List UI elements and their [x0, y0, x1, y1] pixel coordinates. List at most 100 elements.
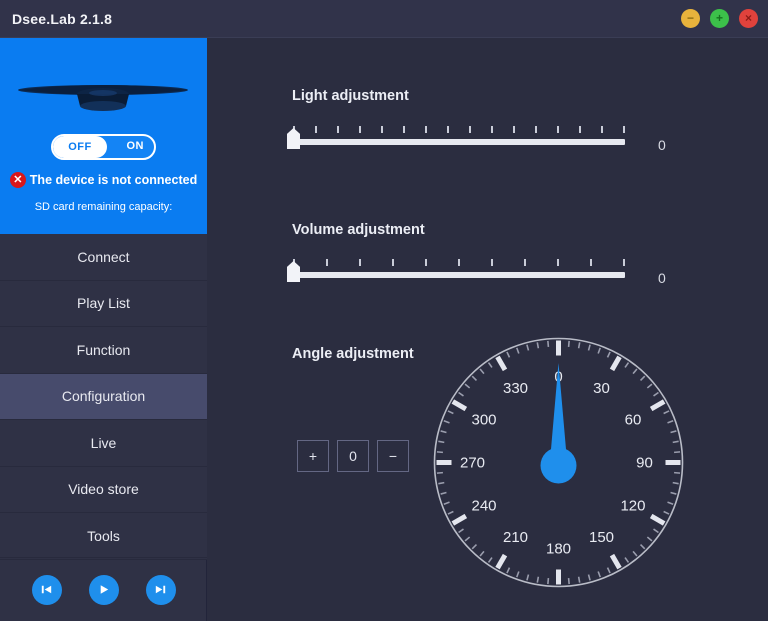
device-status-panel: OFF ON ✕ The device is not connected SD … — [0, 38, 207, 234]
angle-increase-button[interactable]: + — [297, 440, 329, 472]
minimize-button[interactable]: − — [681, 9, 700, 28]
dial-tick-label: 60 — [625, 412, 642, 429]
dial-minor-tick — [624, 557, 630, 563]
dial-minor-tick — [632, 368, 638, 375]
sidebar: OFF ON ✕ The device is not connected SD … — [0, 38, 207, 621]
play-button[interactable] — [88, 574, 119, 605]
slider-tick — [513, 126, 515, 133]
dial-major-tick — [649, 513, 666, 526]
dial-minor-tick — [547, 340, 550, 348]
playback-controls — [0, 557, 207, 621]
dial-minor-tick — [526, 574, 530, 581]
slider-tick — [381, 126, 383, 133]
dial-minor-tick — [536, 342, 540, 349]
dial-minor-tick — [632, 550, 638, 557]
connection-status: ✕ The device is not connected — [0, 172, 207, 188]
close-button[interactable]: × — [739, 9, 758, 28]
dial-minor-tick — [646, 536, 653, 542]
dial-minor-tick — [673, 471, 681, 474]
sidebar-item-connect[interactable]: Connect — [0, 234, 207, 281]
volume-adjustment-slider[interactable] — [287, 259, 625, 282]
play-icon — [100, 585, 109, 594]
dial-major-tick — [451, 513, 468, 526]
light-adjustment-title: Light adjustment — [292, 88, 409, 104]
sidebar-item-video-store[interactable]: Video store — [0, 466, 207, 513]
dial-minor-tick — [597, 571, 601, 578]
dial-minor-tick — [436, 471, 444, 474]
sidebar-nav: Connect Play List Function Configuration… — [0, 234, 207, 560]
slider-tick — [557, 126, 559, 133]
volume-slider-track[interactable] — [287, 261, 625, 282]
next-button[interactable] — [145, 574, 176, 605]
sidebar-item-label: Function — [76, 341, 131, 358]
dial-minor-tick — [653, 391, 659, 397]
dial-minor-tick — [516, 571, 520, 578]
previous-button[interactable] — [31, 574, 62, 605]
slider-tick — [326, 259, 328, 266]
light-slider-track[interactable] — [287, 128, 625, 149]
dial-tick-label: 330 — [503, 380, 528, 397]
sd-capacity-label: SD card remaining capacity: — [34, 201, 173, 213]
slider-tick — [491, 126, 493, 133]
slider-tick — [557, 259, 559, 266]
sidebar-item-function[interactable]: Function — [0, 327, 207, 374]
dial-minor-tick — [577, 576, 581, 583]
maximize-button[interactable]: + — [710, 9, 729, 28]
error-x-icon: ✕ — [9, 172, 26, 188]
angle-adjustment-title: Angle adjustment — [292, 346, 414, 362]
power-toggle[interactable]: OFF ON — [51, 134, 156, 160]
sidebar-item-tools[interactable]: Tools — [0, 513, 207, 560]
sidebar-item-label: Configuration — [61, 388, 146, 405]
dial-minor-tick — [458, 391, 464, 397]
angle-dial[interactable]: 0306090120150180210240270300330 — [431, 335, 686, 590]
dial-minor-tick — [663, 410, 670, 415]
dial-minor-tick — [506, 351, 511, 358]
dial-minor-tick — [606, 351, 611, 358]
sidebar-item-play-list[interactable]: Play List — [0, 280, 207, 327]
dial-minor-tick — [567, 340, 570, 348]
dial-tick-label: 120 — [620, 498, 645, 515]
slider-tick — [458, 259, 460, 266]
slider-tick — [359, 126, 361, 133]
slider-tick — [524, 259, 526, 266]
light-adjustment-value: 0 — [658, 137, 666, 153]
dial-minor-tick — [447, 410, 454, 415]
title-bar: Dsee.Lab 2.1.8 − + × — [0, 0, 768, 38]
skip-previous-icon — [41, 585, 52, 594]
dial-minor-tick — [639, 375, 646, 382]
connection-status-text: The device is not connected — [29, 173, 198, 187]
window-controls: − + × — [681, 9, 758, 28]
light-adjustment-slider[interactable] — [287, 126, 625, 149]
dial-major-tick — [495, 553, 508, 570]
slider-tick — [579, 126, 581, 133]
dial-minor-tick — [624, 362, 630, 368]
dial-minor-tick — [464, 383, 471, 389]
slider-tick — [425, 126, 427, 133]
angle-value-display[interactable]: 0 — [337, 440, 369, 472]
sidebar-item-configuration[interactable]: Configuration — [0, 373, 207, 420]
dial-minor-tick — [587, 344, 591, 351]
dial-minor-tick — [438, 481, 445, 485]
dial-minor-tick — [587, 574, 591, 581]
dial-needle[interactable] — [540, 363, 577, 484]
angle-increase-label: + — [308, 448, 318, 464]
volume-adjustment-value: 0 — [658, 270, 666, 286]
angle-decrease-button[interactable]: − — [377, 440, 409, 472]
dial-major-tick — [609, 553, 622, 570]
slider-tick — [337, 126, 339, 133]
slider-tick — [590, 259, 592, 266]
slider-tick — [447, 126, 449, 133]
dial-tick-label: 30 — [593, 380, 610, 397]
dial-minor-tick — [536, 576, 540, 583]
dial-minor-tick — [464, 536, 471, 542]
slider-tick — [315, 126, 317, 133]
sidebar-item-label: Connect — [77, 248, 130, 265]
dial-tick-label: 150 — [589, 529, 614, 546]
angle-dial-gauge[interactable]: 0306090120150180210240270300330 — [431, 335, 686, 590]
dial-minor-tick — [577, 342, 581, 349]
slider-tick — [623, 126, 625, 133]
sidebar-item-live[interactable]: Live — [0, 420, 207, 467]
maximize-icon: + — [715, 10, 723, 25]
angle-value-label: 0 — [349, 448, 357, 464]
dial-minor-tick — [526, 344, 530, 351]
